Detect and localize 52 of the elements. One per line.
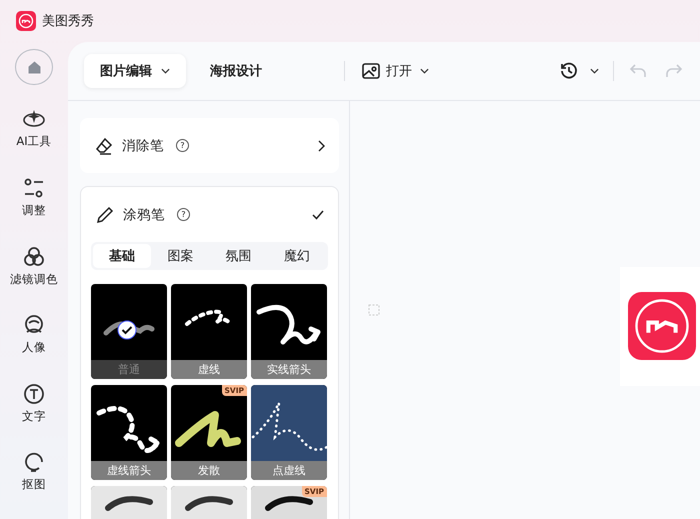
brush-tile[interactable]: 点虚线: [251, 385, 327, 480]
frame-icon: [368, 304, 380, 316]
pencil-icon: [95, 204, 115, 224]
cutout-icon: [22, 450, 46, 474]
chevron-right-icon: [317, 140, 325, 152]
brush-tile[interactable]: 虚线箭头: [91, 385, 167, 480]
help-icon[interactable]: ?: [177, 208, 190, 221]
help-icon[interactable]: ?: [176, 139, 189, 152]
sidebar-item[interactable]: 抠图: [0, 450, 68, 519]
eraser-icon: [94, 136, 114, 156]
app-logo-icon: [16, 11, 36, 31]
home-button[interactable]: [15, 49, 53, 86]
caret-icon: [420, 68, 429, 74]
sidebar-label: 人像: [22, 340, 46, 356]
segment-tab[interactable]: 魔幻: [268, 244, 326, 268]
brush-tile[interactable]: 实线箭头: [251, 284, 327, 379]
brush-label: 发散: [171, 461, 247, 480]
sidebar-label: AI工具: [16, 134, 52, 150]
brush-label: 虚线箭头: [91, 461, 167, 480]
card-title: 涂鸦笔: [123, 206, 165, 224]
segment-tab[interactable]: 氛围: [210, 244, 268, 268]
sidebar-label: 滤镜调色: [10, 272, 58, 287]
eraser-card[interactable]: 消除笔 ?: [80, 118, 339, 173]
image-icon: [361, 61, 381, 81]
history-icon[interactable]: [559, 61, 579, 81]
app-logo-icon: [628, 292, 696, 360]
sidebar-item[interactable]: 人像: [0, 313, 68, 382]
brush-tile[interactable]: 虚线: [171, 284, 247, 379]
sidebar-item[interactable]: 文字: [0, 382, 68, 450]
app-title: 美图秀秀: [42, 13, 94, 30]
circles-icon: [22, 244, 46, 269]
caret-icon[interactable]: [590, 68, 599, 74]
text-icon: [22, 382, 46, 406]
check-circle-icon: [117, 320, 137, 340]
brush-label: 点虚线: [251, 461, 327, 480]
segment-tab[interactable]: 基础: [93, 244, 152, 268]
sidebar-label: 文字: [22, 408, 46, 424]
sidebar-label: 调整: [22, 202, 46, 218]
sidebar-item[interactable]: 调整: [0, 176, 68, 245]
adjust-icon: [22, 176, 46, 200]
mode-tab[interactable]: 海报设计: [194, 54, 278, 88]
check-icon: [312, 210, 324, 220]
sidebar-item[interactable]: AI工具: [0, 107, 68, 176]
brush-label: 实线箭头: [251, 360, 327, 379]
open-button[interactable]: 打开: [361, 61, 429, 81]
brush-label: 普通: [91, 360, 167, 379]
sidebar-label: 抠图: [22, 477, 46, 492]
sidebar-item[interactable]: 滤镜调色: [0, 244, 68, 314]
brush-label: 虚线: [171, 360, 247, 379]
card-title: 消除笔: [122, 136, 164, 154]
segment-tab[interactable]: 图案: [151, 244, 210, 268]
mode-tab[interactable]: 图片编辑: [84, 54, 186, 88]
